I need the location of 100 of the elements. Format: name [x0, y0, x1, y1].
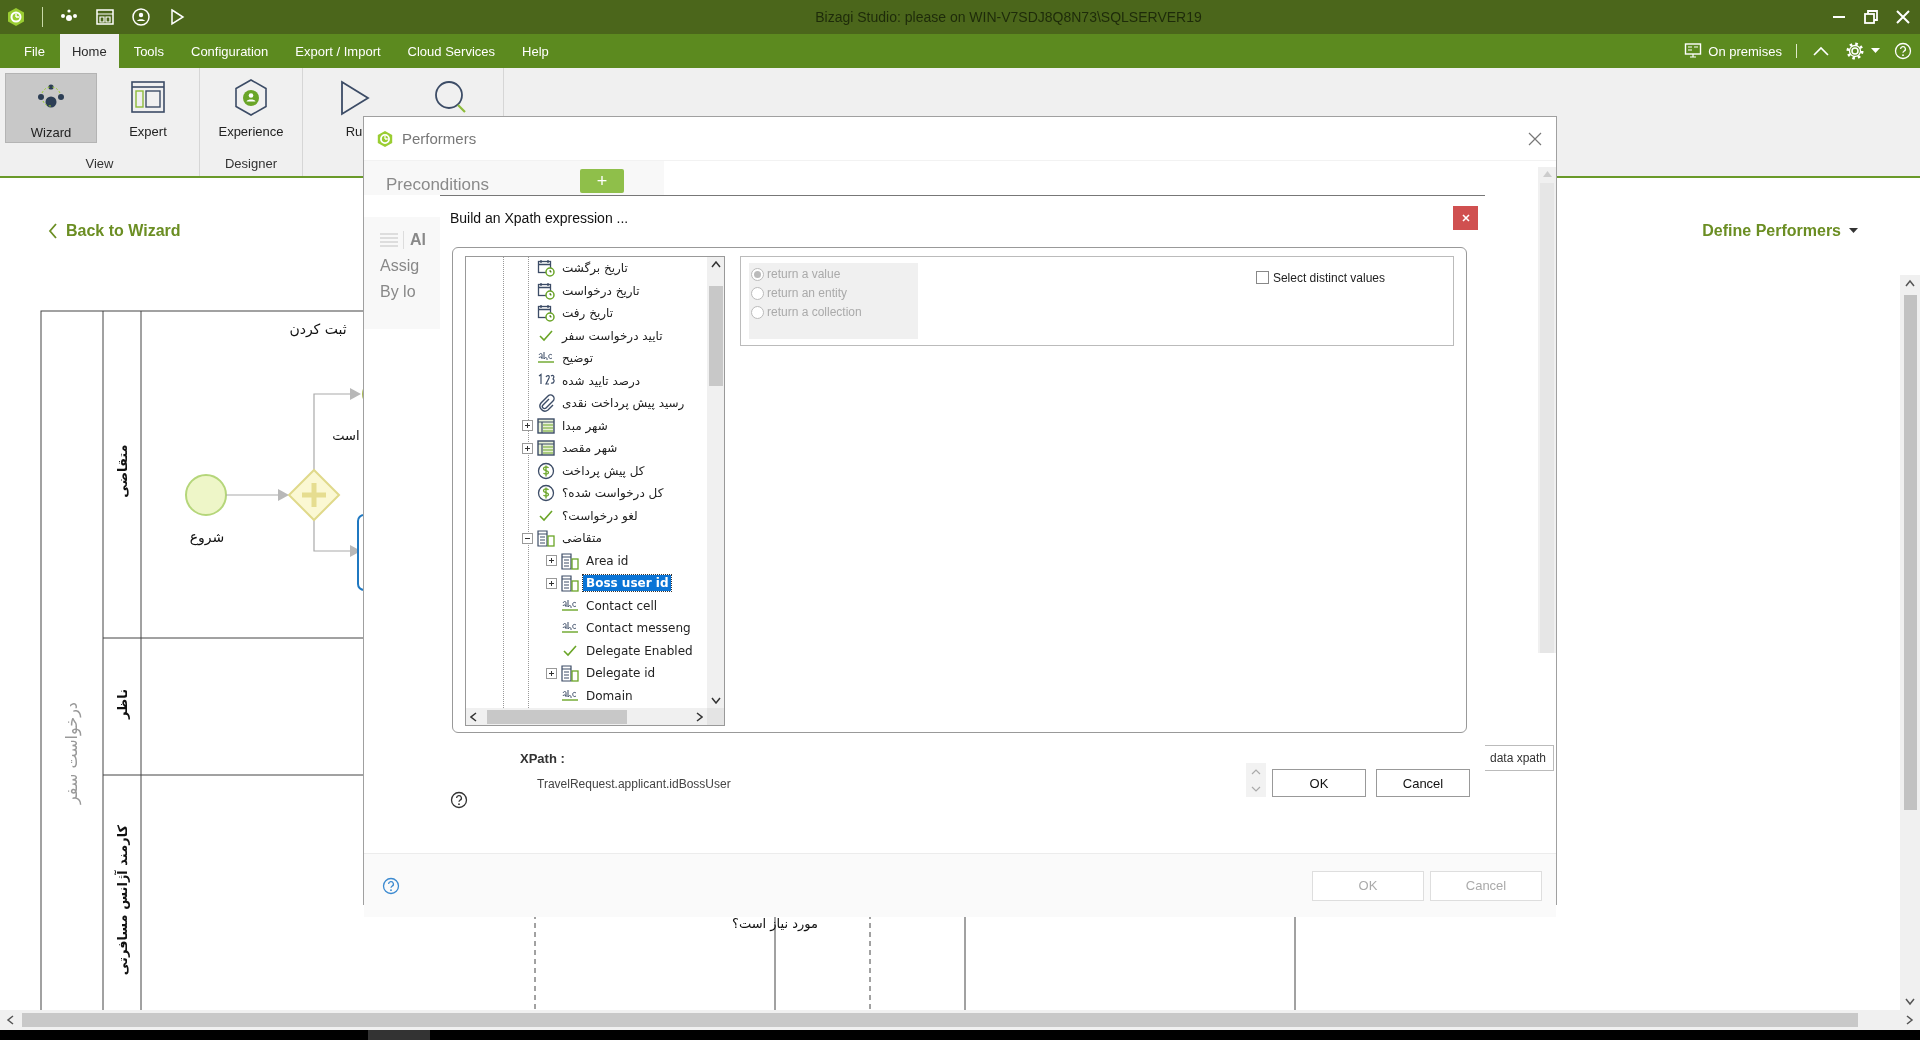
ribbon-button[interactable]: Experience	[205, 73, 297, 143]
tree-item[interactable]: تاریخ رفت	[559, 305, 616, 322]
parallel-gateway	[287, 468, 341, 522]
group-label: View	[84, 156, 115, 173]
radio-label: return a collection	[767, 305, 862, 319]
scroll-down-icon[interactable]	[1905, 998, 1915, 1006]
section-title: Preconditions	[386, 176, 489, 195]
table-icon	[537, 416, 555, 435]
xpath-label: XPath :	[520, 751, 566, 766]
calendar-clock-icon	[537, 259, 555, 278]
tree-item[interactable]: تاریخ درخواست	[559, 282, 643, 299]
close-icon[interactable]	[1528, 131, 1542, 146]
menu-tab[interactable]: Home	[59, 34, 119, 68]
scrollbar-thumb[interactable]	[708, 286, 723, 386]
app-logo-icon[interactable]	[6, 7, 26, 27]
rule-text: Assig	[380, 257, 420, 275]
close-button[interactable]	[1453, 206, 1478, 230]
tree-item[interactable]: شهر مقصد	[559, 440, 621, 457]
scroll-right-icon[interactable]	[1906, 1015, 1914, 1025]
vertical-scrollbar[interactable]	[1538, 167, 1556, 653]
scrollbar-corner	[707, 708, 724, 725]
task-label: است	[332, 428, 360, 443]
chevron-up-icon[interactable]	[1251, 768, 1261, 775]
tree-item[interactable]: توضیح	[559, 350, 597, 367]
expand-icon[interactable]	[522, 420, 533, 432]
scroll-down-icon[interactable]	[710, 697, 721, 704]
expand-icon[interactable]	[522, 442, 533, 454]
scroll-up-icon[interactable]	[1905, 279, 1915, 287]
checkbox[interactable]	[1255, 271, 1269, 284]
tree-item[interactable]: تاریخ برگشت	[559, 260, 631, 277]
flow-arrow	[225, 489, 289, 501]
entity-icon	[561, 551, 579, 570]
menu-tab[interactable]: Export / Import	[283, 34, 393, 68]
tree-item[interactable]: متقاضی	[559, 530, 605, 547]
close-icon	[1461, 214, 1470, 222]
tree-item[interactable]: شهر مبدا	[559, 417, 611, 434]
dialog-title: Build an Xpath expression ...	[450, 210, 629, 226]
dollar-coin-icon	[537, 484, 555, 503]
tree-item[interactable]: کل پیش پرداخت	[559, 462, 648, 479]
pool-label: درخواست سفر	[62, 702, 81, 804]
scroll-left-icon[interactable]	[6, 1015, 14, 1025]
collapse-icon[interactable]	[522, 532, 533, 544]
close-icon[interactable]	[1894, 8, 1912, 26]
horizontal-scrollbar[interactable]	[466, 708, 707, 725]
tree-item[interactable]: رسید پیش پرداخت نقدی	[559, 395, 688, 412]
tree-item[interactable]: Delegate id	[583, 665, 659, 682]
scrollbar-thumb[interactable]	[22, 1013, 1858, 1027]
scroll-right-icon[interactable]	[696, 711, 703, 722]
back-link[interactable]: Back to Wizard	[48, 222, 181, 240]
tree-item[interactable]: Delegate Enabled	[583, 642, 696, 659]
tree-item[interactable]: Contact cell	[583, 597, 661, 614]
tree-item[interactable]: تایید درخواست سفر	[559, 327, 666, 344]
expand-icon[interactable]	[546, 555, 557, 567]
monitor-icon[interactable]	[1684, 42, 1703, 60]
vertical-scrollbar[interactable]	[707, 257, 724, 708]
phase-label: ثبت کردن	[289, 321, 347, 337]
calendar-clock-icon	[537, 281, 555, 300]
paperclip-icon	[537, 394, 555, 413]
help-icon[interactable]	[450, 791, 468, 809]
expand-icon[interactable]	[546, 577, 557, 589]
ribbon-button[interactable]: Expert	[102, 73, 194, 143]
ribbon-button[interactable]: Wizard	[5, 73, 97, 143]
tree-item[interactable]: لغو درخواست؟	[559, 507, 641, 524]
spin-control[interactable]	[1246, 763, 1266, 797]
chevron-left-icon	[48, 223, 58, 239]
entity-icon	[561, 664, 579, 683]
define-performers-menu[interactable]: Define Performers	[1702, 222, 1858, 240]
menu-tab[interactable]: File	[12, 34, 57, 68]
user-circle-icon[interactable]	[131, 7, 151, 27]
dialog-title: Performers	[402, 130, 477, 147]
tree-item[interactable]: درصد تایید شده	[559, 372, 644, 389]
flow-label: مورد نیاز است؟	[732, 916, 818, 931]
tree-item[interactable]: Domain	[583, 687, 636, 704]
environment-label[interactable]: On premises	[1708, 43, 1782, 59]
ok-button[interactable]: OK	[1272, 769, 1366, 797]
window-icon[interactable]	[95, 7, 115, 27]
tree-item[interactable]: Boss user id	[583, 575, 672, 592]
scroll-left-icon[interactable]	[470, 711, 477, 722]
scrollbar-thumb[interactable]	[1540, 183, 1554, 653]
menu-tab[interactable]: Configuration	[179, 34, 281, 68]
scrollbar-thumb[interactable]	[487, 709, 627, 724]
tree-item[interactable]: Area id	[583, 552, 632, 569]
tree-item[interactable]: کل درخواست شده؟	[559, 485, 667, 502]
cancel-button[interactable]: Cancel	[1376, 769, 1470, 797]
caret-down-icon	[1849, 228, 1858, 234]
expand-icon[interactable]	[546, 667, 557, 679]
scrollbar-thumb[interactable]	[1903, 295, 1917, 810]
settings-icon[interactable]	[1845, 41, 1865, 61]
menu-tab[interactable]: Help	[510, 34, 561, 68]
vertical-scrollbar[interactable]	[1900, 275, 1920, 1010]
tree-item[interactable]: Contact messeng	[583, 620, 694, 637]
restore-icon[interactable]	[1862, 8, 1880, 26]
menu-tab[interactable]: Cloud Services	[395, 34, 507, 68]
entity-icon	[561, 574, 579, 593]
chevron-down-icon[interactable]	[1251, 785, 1261, 792]
scroll-up-icon[interactable]	[710, 261, 721, 268]
ribbon-button[interactable]: Ru	[308, 73, 400, 143]
menu-tab[interactable]: Tools	[121, 34, 176, 68]
horizontal-scrollbar[interactable]	[6, 1010, 1914, 1030]
dropdown-caret-icon[interactable]	[1871, 48, 1880, 54]
